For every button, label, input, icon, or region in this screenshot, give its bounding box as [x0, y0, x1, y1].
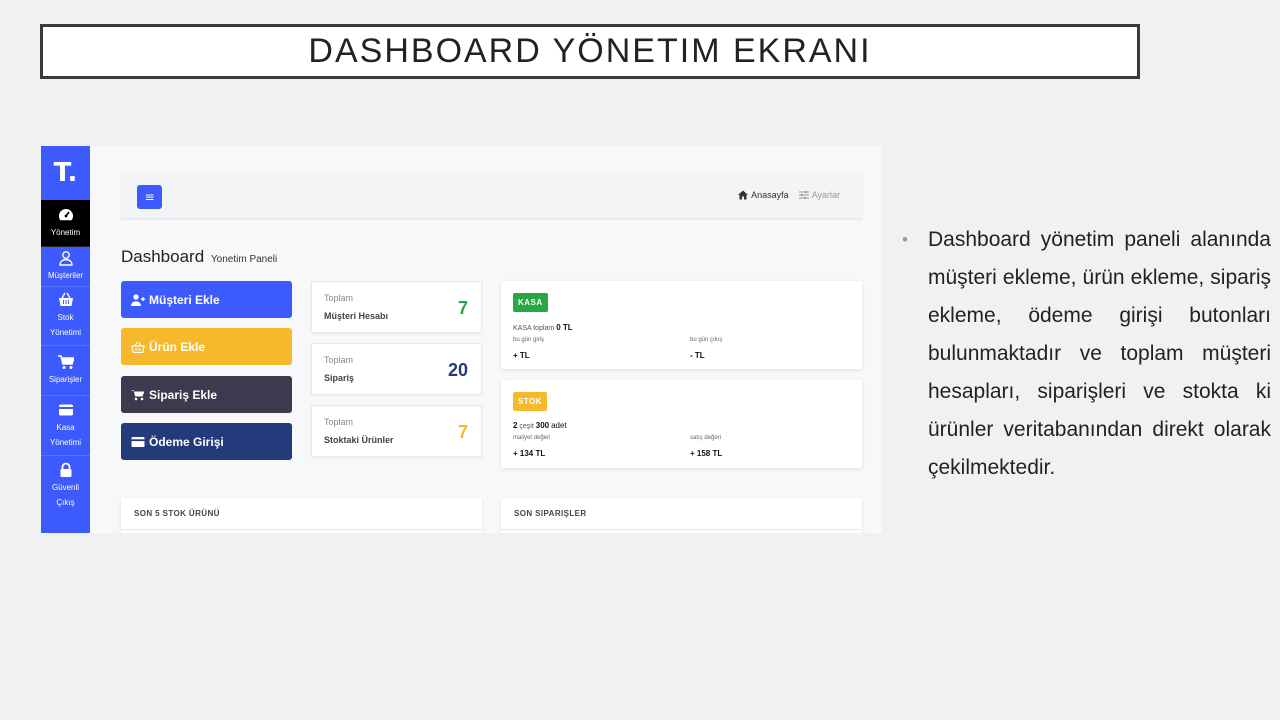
- description-text: Dashboard yönetim paneli alanında müşter…: [928, 228, 1271, 479]
- sidebar-item-musteriler[interactable]: Müşteriler: [41, 247, 90, 287]
- hamburger-icon: ≡: [144, 190, 155, 204]
- payment-entry-button[interactable]: Ödeme Girişi: [121, 423, 292, 460]
- home-link-label: Anasayfa: [751, 190, 789, 200]
- stok-summary: 2 çeşit 300 adet: [513, 421, 567, 430]
- stat-card-customers: Toplam Müşteri Hesabı 7: [311, 281, 482, 333]
- card-icon: [131, 436, 145, 447]
- stat-label: Toplam: [324, 417, 354, 427]
- latest-orders-title: SON SIPARIŞLER: [514, 509, 587, 518]
- kasa-badge: KASA: [513, 293, 548, 312]
- page-subtitle: Yonetim Paneli: [210, 254, 278, 265]
- panel-divider: [501, 529, 862, 530]
- stok-card: STOK 2 çeşit 300 adet maliyet değeri sat…: [501, 380, 862, 468]
- sidebar-item-label: Kasa Yönetimi: [49, 422, 82, 447]
- stat-label: Toplam: [324, 355, 354, 365]
- add-order-button[interactable]: Sipariş Ekle: [121, 376, 292, 413]
- sidebar: T. Yönetim Müşteriler Stok Yönetimi Sipa…: [41, 146, 90, 533]
- app-logo[interactable]: T.: [41, 146, 90, 200]
- stat-value: 20: [447, 360, 468, 380]
- kasa-total-label: KASA toplam: [513, 325, 555, 332]
- basket-icon: [131, 341, 145, 353]
- add-order-label: Sipariş Ekle: [149, 387, 218, 402]
- kasa-out-label: bu gün çıkış: [690, 337, 723, 343]
- sidebar-item-cikis[interactable]: Güvenli Çıkış: [41, 456, 90, 516]
- topbar: ≡ Anasayfa Ayarlar: [121, 174, 862, 219]
- cart-icon: [57, 354, 74, 370]
- stat-value: 7: [457, 422, 468, 442]
- stok-cost-value: + 134 TL: [513, 449, 546, 458]
- panel-divider: [121, 529, 482, 530]
- stat-name: Stoktaki Ürünler: [324, 435, 394, 445]
- payment-entry-label: Ödeme Girişi: [149, 434, 224, 449]
- description-block: • Dashboard yönetim paneli alanında müşt…: [902, 221, 1271, 487]
- sidebar-item-label: Stok Yönetimi: [49, 313, 82, 337]
- sidebar-item-label: Güvenli Çıkış: [51, 483, 80, 507]
- settings-link[interactable]: Ayarlar: [798, 190, 840, 200]
- stok-cost-label: maliyet değeri: [513, 435, 551, 441]
- stok-sale-value: + 158 TL: [690, 449, 723, 458]
- home-link[interactable]: Anasayfa: [738, 190, 789, 200]
- add-customer-button[interactable]: Müşteri Ekle: [121, 281, 292, 318]
- sidebar-item-siparisler[interactable]: Siparişler: [41, 346, 90, 396]
- card-icon: [58, 402, 74, 418]
- app-screenshot: T. Yönetim Müşteriler Stok Yönetimi Sipa…: [41, 146, 882, 533]
- slide-title-text: DASHBOARD YÖNETIM EKRANI: [308, 32, 872, 70]
- latest-stock-title: SON 5 STOK ÜRÜNÜ: [134, 509, 220, 518]
- stat-value: 7: [457, 298, 468, 318]
- kasa-total: KASA toplam 0 TL: [513, 323, 573, 332]
- stat-card-stock: Toplam Stoktaki Ürünler 7: [311, 405, 482, 457]
- kasa-in-value: + TL: [513, 351, 530, 360]
- lock-icon: [58, 462, 74, 478]
- user-icon: [58, 250, 74, 266]
- top-links: Anasayfa Ayarlar: [738, 190, 840, 200]
- settings-link-label: Ayarlar: [811, 190, 840, 200]
- stat-name: Sipariş: [324, 373, 355, 383]
- menu-toggle-button[interactable]: ≡: [137, 185, 162, 209]
- slide-title: DASHBOARD YÖNETIM EKRANI: [40, 24, 1140, 79]
- stok-count: 2: [513, 421, 518, 430]
- stok-badge: STOK: [513, 392, 548, 411]
- add-product-label: Ürün Ekle: [149, 339, 206, 354]
- sidebar-item-label: Müşteriler: [47, 271, 84, 280]
- stat-name: Müşteri Hesabı: [324, 311, 389, 321]
- sidebar-item-yonetim[interactable]: Yönetim: [41, 200, 90, 247]
- latest-orders-panel: SON SIPARIŞLER: [501, 498, 862, 533]
- stat-card-orders: Toplam Sipariş 20: [311, 343, 482, 395]
- home-icon: [738, 190, 749, 200]
- add-customer-label: Müşteri Ekle: [149, 292, 220, 307]
- sliders-icon: [798, 191, 809, 199]
- sidebar-item-label: Siparişler: [48, 375, 83, 384]
- stok-sale-label: satış değeri: [690, 435, 722, 441]
- gauge-icon: [58, 207, 74, 223]
- sidebar-item-stok[interactable]: Stok Yönetimi: [41, 287, 90, 346]
- page-title-text: Dashboard: [121, 247, 205, 266]
- kasa-in-label: bu gün giriş: [513, 337, 545, 343]
- sidebar-item-kasa[interactable]: Kasa Yönetimi: [41, 396, 90, 456]
- sidebar-item-label: Yönetim: [50, 227, 81, 237]
- user-plus-icon: [131, 293, 145, 306]
- bullet-icon: •: [902, 230, 908, 249]
- add-product-button[interactable]: Ürün Ekle: [121, 328, 292, 365]
- kasa-card: KASA KASA toplam 0 TL bu gün giriş bu gü…: [501, 281, 862, 369]
- stat-label: Toplam: [324, 293, 354, 303]
- page-title: Dashboard Yonetim Paneli: [121, 247, 277, 267]
- kasa-out-value: - TL: [690, 351, 705, 360]
- cart-icon: [131, 389, 145, 400]
- stok-qty: 300: [535, 421, 550, 430]
- stok-count-unit: çeşit: [519, 423, 534, 430]
- latest-stock-panel: SON 5 STOK ÜRÜNÜ: [121, 498, 482, 533]
- stok-qty-unit: adet: [551, 421, 567, 430]
- basket-icon: [58, 292, 74, 308]
- kasa-total-value: 0 TL: [556, 323, 573, 332]
